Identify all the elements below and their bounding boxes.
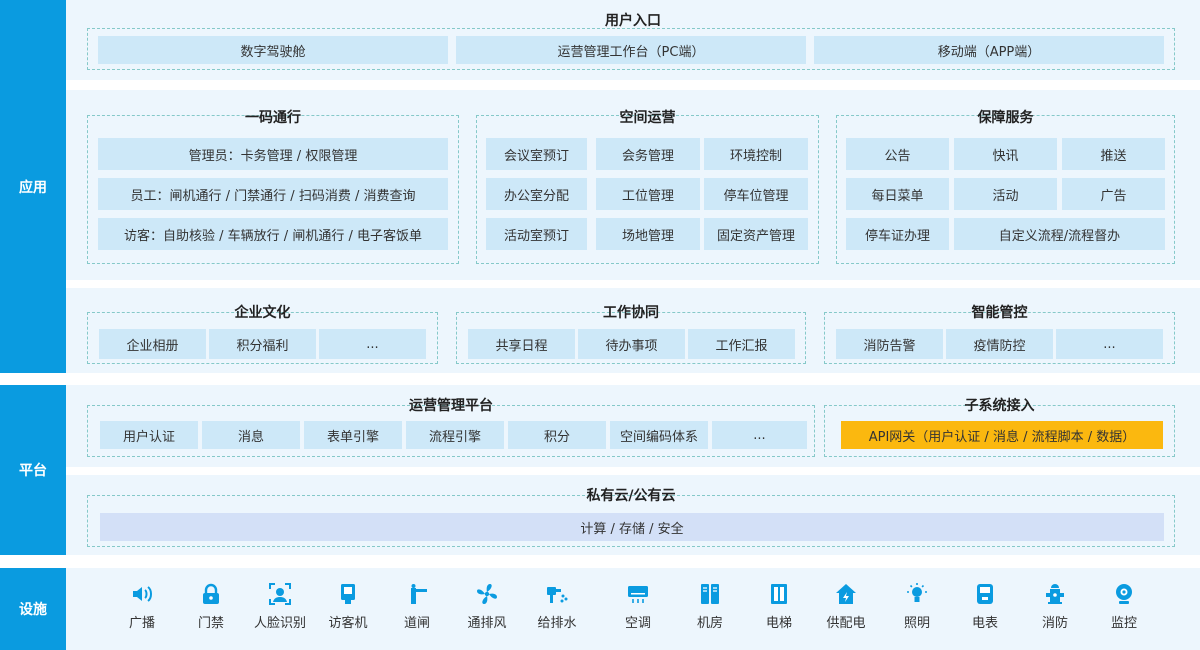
speaker-icon xyxy=(133,586,152,602)
space-ops-item-3[interactable]: 环境控制 xyxy=(704,138,808,170)
space-ops-item-6[interactable]: 停车位管理 xyxy=(704,178,808,210)
user-entry-item-app[interactable]: 移动端（APP端） xyxy=(814,36,1164,64)
collab-item-2[interactable]: 待办事项 xyxy=(578,329,685,359)
support-item-6[interactable]: 广告 xyxy=(1062,178,1165,210)
ops-platform-box: 运营管理平台 用户认证 消息 表单引擎 流程引擎 积分 空间编码体系 ... xyxy=(87,398,815,457)
camera-icon xyxy=(1116,584,1132,604)
support-title: 保障服务 xyxy=(977,110,1034,126)
collab-box: 工作协同 共享日程 待办事项 工作汇报 xyxy=(456,305,806,364)
device-elevator[interactable]: 电梯 xyxy=(749,582,809,631)
space-ops-title: 空间运营 xyxy=(619,110,676,126)
collab-item-3[interactable]: 工作汇报 xyxy=(688,329,795,359)
device-electric-meter[interactable]: 电表 xyxy=(955,582,1015,631)
space-ops-item-1[interactable]: 会议室预订 xyxy=(486,138,587,170)
smart-box: 智能管控 消防告警 疫情防控 ... xyxy=(824,305,1175,364)
culture-item-2[interactable]: 积分福利 xyxy=(209,329,316,359)
server-room-icon xyxy=(701,584,719,604)
collab-title: 工作协同 xyxy=(603,305,659,321)
api-gateway-item[interactable]: API网关（用户认证 / 消息 / 流程脚本 / 数据） xyxy=(841,421,1163,449)
space-ops-item-7[interactable]: 活动室预订 xyxy=(486,218,587,250)
device-visitor-kiosk[interactable]: 访客机 xyxy=(318,582,378,631)
support-item-3[interactable]: 推送 xyxy=(1062,138,1165,170)
ops-platform-item-4[interactable]: 流程引擎 xyxy=(406,421,504,449)
ops-platform-item-6[interactable]: 空间编码体系 xyxy=(610,421,708,449)
rail-platform: 平台 xyxy=(0,385,66,555)
ops-platform-item-more[interactable]: ... xyxy=(712,421,807,449)
air-conditioner-icon xyxy=(628,586,648,603)
ops-platform-title: 运营管理平台 xyxy=(409,398,493,414)
smart-item-more[interactable]: ... xyxy=(1056,329,1163,359)
support-item-2[interactable]: 快讯 xyxy=(954,138,1057,170)
fire-hydrant-icon xyxy=(1046,584,1064,604)
water-icon xyxy=(547,587,568,603)
user-entry-item-cockpit[interactable]: 数字驾驶舱 xyxy=(98,36,448,64)
collab-item-1[interactable]: 共享日程 xyxy=(468,329,575,359)
culture-item-1[interactable]: 企业相册 xyxy=(99,329,206,359)
device-lighting[interactable]: 照明 xyxy=(887,582,947,631)
device-fire-protection[interactable]: 消防 xyxy=(1025,582,1085,631)
lock-icon xyxy=(203,583,219,604)
culture-title: 企业文化 xyxy=(234,305,291,321)
ops-platform-item-3[interactable]: 表单引擎 xyxy=(304,421,402,449)
space-ops-item-4[interactable]: 办公室分配 xyxy=(486,178,587,210)
device-server-room[interactable]: 机房 xyxy=(680,582,740,631)
user-entry-box: 数字驾驶舱 运营管理工作台（PC端） 移动端（APP端） xyxy=(87,28,1175,70)
elevator-icon xyxy=(771,584,787,604)
device-power-supply[interactable]: 供配电 xyxy=(816,582,876,631)
code-pass-title: 一码通行 xyxy=(245,110,301,126)
subsystem-title: 子系统接入 xyxy=(964,398,1035,414)
code-pass-box: 一码通行 管理员：卡务管理 / 权限管理 员工：闸机通行 / 门禁通行 / 扫码… xyxy=(87,110,459,264)
device-ventilation[interactable]: 通排风 xyxy=(457,582,517,631)
cloud-box: 私有云/公有云 计算 / 存储 / 安全 xyxy=(87,488,1175,547)
ops-platform-item-1[interactable]: 用户认证 xyxy=(100,421,198,449)
ops-platform-item-2[interactable]: 消息 xyxy=(202,421,300,449)
device-surveillance[interactable]: 监控 xyxy=(1094,582,1154,631)
cloud-item[interactable]: 计算 / 存储 / 安全 xyxy=(100,513,1164,541)
face-scan-icon xyxy=(269,583,291,605)
electric-meter-icon xyxy=(977,584,993,604)
space-ops-item-5[interactable]: 工位管理 xyxy=(596,178,700,210)
rail-application: 应用 xyxy=(0,0,66,373)
subsystem-box: 子系统接入 API网关（用户认证 / 消息 / 流程脚本 / 数据） xyxy=(824,398,1175,457)
device-broadcast[interactable]: 广播 xyxy=(112,582,172,631)
support-box: 保障服务 公告 快讯 推送 每日菜单 活动 广告 停车证办理 自定义流程/流程督… xyxy=(836,110,1175,264)
user-entry-title: 用户入口 xyxy=(605,13,661,29)
device-barrier-gate[interactable]: 道闸 xyxy=(387,582,447,631)
culture-box: 企业文化 企业相册 积分福利 ... xyxy=(87,305,438,364)
culture-item-more[interactable]: ... xyxy=(319,329,426,359)
barrier-gate-icon xyxy=(411,584,427,604)
device-access-control[interactable]: 门禁 xyxy=(181,582,241,631)
ops-platform-item-5[interactable]: 积分 xyxy=(508,421,606,449)
space-ops-item-2[interactable]: 会务管理 xyxy=(596,138,700,170)
lightbulb-icon xyxy=(907,583,927,602)
support-item-7[interactable]: 停车证办理 xyxy=(846,218,949,250)
cloud-title: 私有云/公有云 xyxy=(586,488,676,504)
device-air-conditioner[interactable]: 空调 xyxy=(608,582,668,631)
space-ops-item-8[interactable]: 场地管理 xyxy=(596,218,700,250)
support-item-1[interactable]: 公告 xyxy=(846,138,949,170)
code-pass-admin[interactable]: 管理员：卡务管理 / 权限管理 xyxy=(98,138,448,170)
smart-title: 智能管控 xyxy=(971,305,1028,321)
support-item-4[interactable]: 每日菜单 xyxy=(846,178,949,210)
support-item-5[interactable]: 活动 xyxy=(954,178,1057,210)
fan-icon xyxy=(477,584,497,604)
smart-item-1[interactable]: 消防告警 xyxy=(836,329,943,359)
smart-item-2[interactable]: 疫情防控 xyxy=(946,329,1053,359)
code-pass-staff[interactable]: 员工：闸机通行 / 门禁通行 / 扫码消费 / 消费查询 xyxy=(98,178,448,210)
rail-facility: 设施 xyxy=(0,568,66,650)
device-water-supply[interactable]: 给排水 xyxy=(527,582,587,631)
code-pass-visitor[interactable]: 访客：自助核验 / 车辆放行 / 闸机通行 / 电子客饭单 xyxy=(98,218,448,250)
support-item-8[interactable]: 自定义流程/流程督办 xyxy=(954,218,1165,250)
space-ops-item-9[interactable]: 固定资产管理 xyxy=(704,218,808,250)
device-face-recognition[interactable]: 人脸识别 xyxy=(250,582,310,631)
user-entry-item-pc[interactable]: 运营管理工作台（PC端） xyxy=(456,36,806,64)
power-supply-icon xyxy=(836,584,856,604)
space-ops-box: 空间运营 会议室预订 会务管理 环境控制 办公室分配 工位管理 停车位管理 活动… xyxy=(476,110,819,264)
kiosk-icon xyxy=(341,584,355,604)
